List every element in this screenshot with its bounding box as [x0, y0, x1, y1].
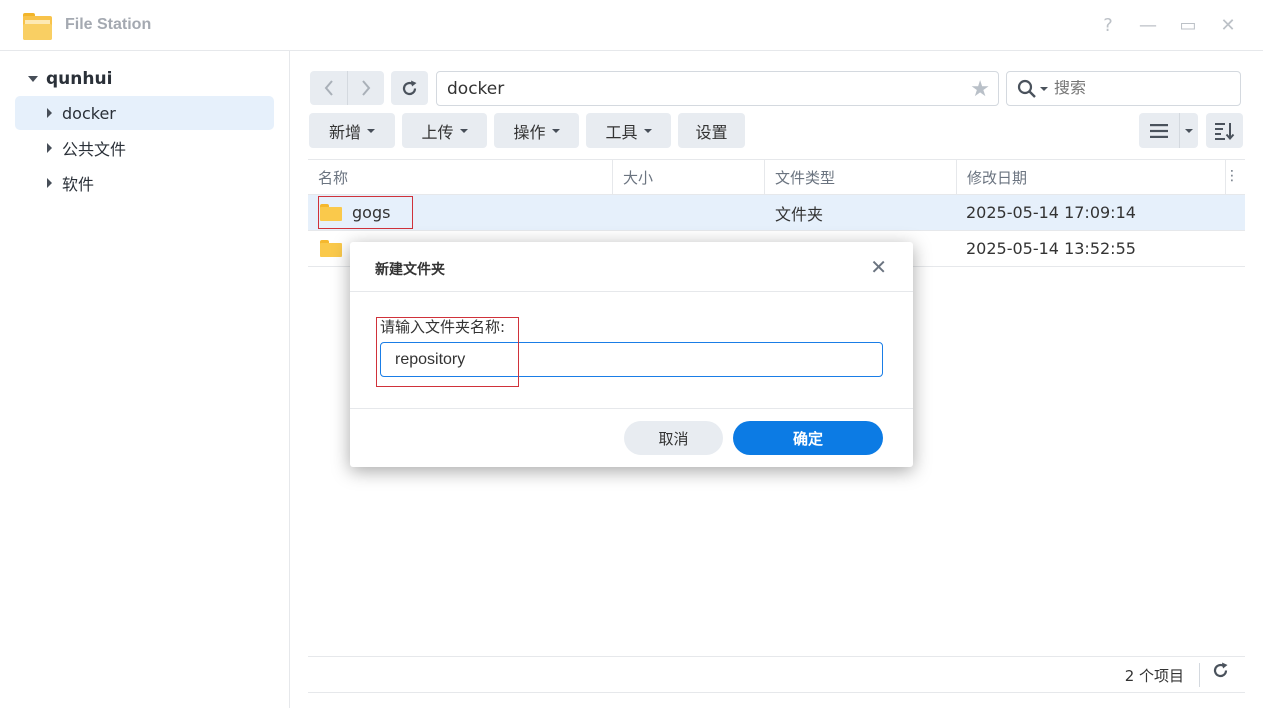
upload-button[interactable]: 上传: [402, 113, 487, 148]
column-header-size[interactable]: 大小: [613, 160, 765, 195]
search-input[interactable]: [1054, 79, 1224, 98]
close-icon[interactable]: ✕: [1216, 14, 1240, 38]
minimize-icon[interactable]: —: [1136, 14, 1160, 38]
forward-button[interactable]: [347, 71, 384, 105]
file-table-header: 名称 大小 文件类型 修改日期 ⋮: [308, 159, 1245, 195]
caret-right-icon[interactable]: [47, 178, 52, 188]
divider: [350, 408, 913, 409]
upload-button-label: 上传: [421, 122, 454, 142]
divider: [350, 291, 913, 292]
divider: [1199, 663, 1200, 687]
refresh-button[interactable]: [391, 71, 428, 105]
action-button-label: 操作: [513, 122, 546, 142]
sidebar: qunhui docker 公共文件 软件: [0, 51, 290, 708]
tree-root-qunhui[interactable]: qunhui: [28, 67, 112, 91]
column-header-name[interactable]: 名称: [308, 160, 613, 195]
dropdown-caret-icon: [459, 128, 468, 133]
file-name-cell[interactable]: [320, 231, 352, 266]
back-button[interactable]: [310, 71, 347, 105]
refresh-icon: [402, 80, 417, 95]
tree-root-label: qunhui: [46, 69, 113, 89]
caret-right-icon[interactable]: [47, 108, 52, 118]
create-button[interactable]: 新增: [309, 113, 395, 148]
settings-button[interactable]: 设置: [678, 113, 745, 148]
confirm-button[interactable]: 确定: [733, 421, 883, 455]
list-view-button[interactable]: [1139, 113, 1179, 148]
title-bar: File Station ? — ▭ ✕: [0, 0, 1263, 51]
dropdown-caret-icon: [551, 128, 560, 133]
sidebar-item-label: docker: [62, 103, 116, 123]
sidebar-item-software[interactable]: 软件: [15, 166, 274, 200]
modified-date-cell: 2025-05-14 17:09:14: [966, 203, 1136, 222]
search-options-caret-icon[interactable]: [1040, 86, 1048, 91]
chevron-right-icon: [362, 80, 371, 96]
sidebar-item-public-files[interactable]: 公共文件: [15, 131, 274, 165]
refresh-icon[interactable]: [1212, 662, 1229, 684]
action-button[interactable]: 操作: [494, 113, 579, 148]
caret-down-icon[interactable]: [28, 76, 38, 82]
sort-button[interactable]: [1206, 113, 1243, 148]
sidebar-item-docker[interactable]: docker: [15, 96, 274, 130]
dropdown-caret-icon: [643, 128, 652, 133]
sidebar-item-label: 软件: [62, 175, 95, 194]
search-icon[interactable]: [1017, 79, 1037, 99]
new-folder-dialog: 新建文件夹 ✕ 请输入文件夹名称: 取消 确定: [350, 242, 913, 467]
settings-button-label: 设置: [695, 122, 728, 142]
column-header-modified[interactable]: 修改日期: [957, 160, 1226, 195]
sidebar-item-label: 公共文件: [62, 140, 127, 159]
dialog-title: 新建文件夹: [375, 262, 445, 278]
table-row[interactable]: gogs 文件夹 2025-05-14 17:09:14: [308, 195, 1245, 231]
caret-right-icon[interactable]: [47, 143, 52, 153]
sort-icon: [1214, 122, 1234, 140]
star-icon[interactable]: ★: [970, 77, 990, 102]
list-view-icon: [1150, 123, 1168, 138]
path-text: docker: [447, 78, 505, 99]
status-bar: 2 个项目: [308, 656, 1245, 693]
tools-button[interactable]: 工具: [586, 113, 671, 148]
file-station-icon: [23, 13, 52, 40]
view-mode-group: [1139, 113, 1198, 148]
column-options-icon[interactable]: ⋮: [1225, 168, 1239, 184]
help-icon[interactable]: ?: [1096, 14, 1120, 38]
tools-button-label: 工具: [605, 122, 638, 142]
chevron-left-icon: [324, 80, 333, 96]
cancel-button[interactable]: 取消: [624, 421, 723, 455]
file-type-cell: 文件夹: [775, 204, 824, 224]
modified-date-cell: 2025-05-14 13:52:55: [966, 239, 1136, 258]
annotation-box: [318, 196, 413, 229]
close-icon[interactable]: ✕: [870, 255, 887, 279]
annotation-box: [376, 317, 519, 387]
column-header-type[interactable]: 文件类型: [765, 160, 957, 195]
view-mode-dropdown[interactable]: [1179, 113, 1198, 148]
path-field[interactable]: docker ★: [436, 71, 999, 106]
create-button-label: 新增: [328, 122, 361, 142]
dropdown-caret-icon: [367, 128, 375, 133]
history-nav: [310, 71, 384, 105]
folder-icon: [320, 240, 342, 257]
app-title: File Station: [65, 16, 152, 33]
item-count: 2 个项目: [1124, 667, 1184, 685]
maximize-icon[interactable]: ▭: [1176, 14, 1200, 38]
search-box[interactable]: [1006, 71, 1241, 106]
dropdown-caret-icon: [1185, 128, 1193, 133]
